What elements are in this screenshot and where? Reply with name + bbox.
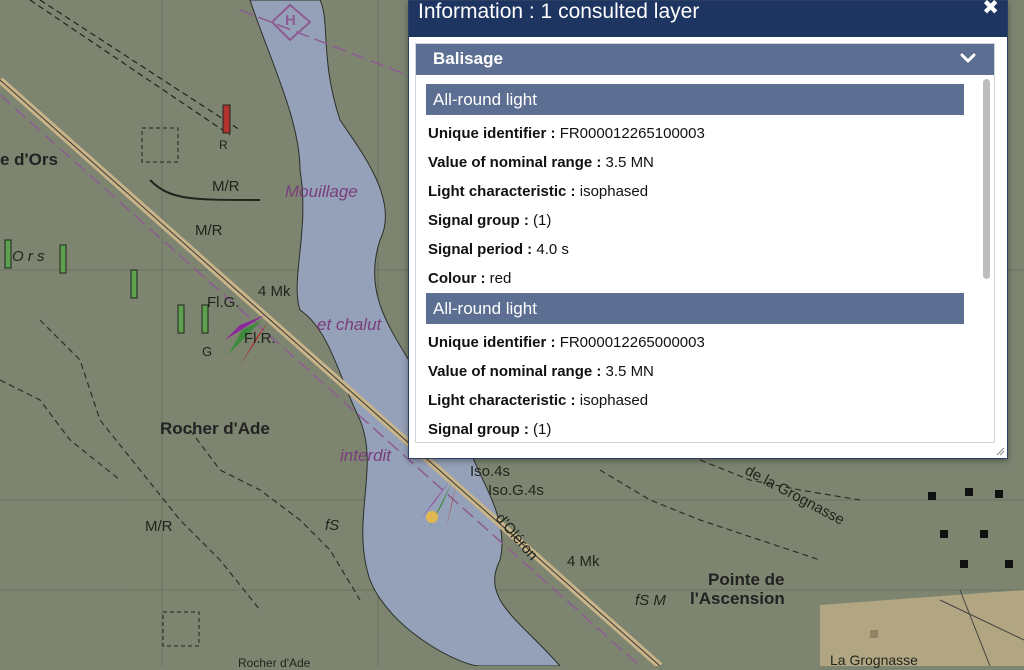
map-label-r: R [219,138,228,152]
attribute-value: (1) [533,421,552,438]
attribute-row: Signal group : (1) [428,421,552,438]
feature-info-popup: Information : 1 consulted layer ✖ Balisa… [408,0,1008,459]
map-label-fr: Fl.R. [244,330,276,347]
attribute-row: Unique identifier : FR000012265100003 [428,125,705,142]
attribute-value: isophased [579,183,649,200]
feature-list[interactable]: All-round light Unique identifier : FR00… [426,84,971,439]
attribute-row: Signal group : (1) [428,212,552,229]
attribute-key: Colour [428,270,477,287]
map-label-rocherade2: Rocher d'Ade [238,656,311,670]
attribute-row: Value of nominal range : 3.5 MN [428,363,654,380]
scrollbar[interactable] [982,79,991,439]
layer-section-balisage: Balisage All-round light Unique identifi… [415,43,995,443]
attribute-row: Colour : red [428,270,512,287]
attribute-row: Light characteristic : isophased [428,183,649,200]
map-label-ors2: O r s [12,248,45,265]
section-header[interactable]: Balisage [416,44,994,75]
section-title: Balisage [433,49,503,68]
map-label-mr1: M/R [195,222,223,239]
resize-handle-icon[interactable] [995,446,1005,456]
map-label-h: H [285,12,296,29]
map-label-fs: fS [325,517,340,534]
attribute-row: Signal period : 4.0 s [428,241,569,258]
map-label-isog: Iso.G.4s [488,482,544,499]
map-label-fig: Fl.G. [207,294,240,311]
attribute-key: Signal group [428,212,520,229]
attribute-value: FR000012265000003 [559,334,705,351]
attribute-value: (1) [533,212,552,229]
feature-title[interactable]: All-round light [426,84,964,115]
scrollbar-thumb[interactable] [983,79,990,279]
map-label-interdit: interdit [340,446,392,465]
map-label-mk1: 4 Mk [258,283,291,300]
attribute-key: Light characteristic [428,392,567,409]
attribute-value: isophased [579,392,649,409]
attribute-key: Signal period [428,241,524,258]
close-icon[interactable]: ✖ [982,0,999,19]
attribute-key: Unique identifier [428,334,547,351]
map-label-fsm: fS M [635,592,666,609]
attribute-key: Value of nominal range [428,154,593,171]
attribute-key: Value of nominal range [428,363,593,380]
map-label-iso: Iso.4s [470,463,511,480]
chevron-down-icon[interactable] [960,51,976,67]
attribute-row: Value of nominal range : 3.5 MN [428,154,654,171]
attribute-row: Light characteristic : isophased [428,392,649,409]
map-label-pointe: Pointe de [708,570,785,589]
map-label-mr3: M/R [212,178,240,195]
map-label-ascension: l'Ascension [690,589,785,608]
popup-header[interactable]: Information : 1 consulted layer ✖ [409,0,1007,37]
map-label-chalut: et chalut [317,315,382,334]
map-label-mouillage: Mouillage [285,182,358,201]
attribute-value: 3.5 MN [605,363,654,380]
map-label-mr2: M/R [145,518,173,535]
attribute-value: red [489,270,512,287]
map-label-mk2: 4 Mk [567,553,600,570]
attribute-row: Unique identifier : FR000012265000003 [428,334,705,351]
feature-title[interactable]: All-round light [426,293,964,324]
attribute-key: Light characteristic [428,183,567,200]
attribute-value: 4.0 s [536,241,569,258]
attribute-key: Signal group [428,421,520,438]
map-label-ors: e d'Ors [0,150,58,169]
map-label-rocher: Rocher d'Ade [160,419,270,438]
attribute-key: Unique identifier [428,125,547,142]
attribute-value: FR000012265100003 [559,125,705,142]
attribute-value: 3.5 MN [605,154,654,171]
popup-title: Information : 1 consulted layer [418,0,700,23]
map-label-g: G [202,344,213,359]
